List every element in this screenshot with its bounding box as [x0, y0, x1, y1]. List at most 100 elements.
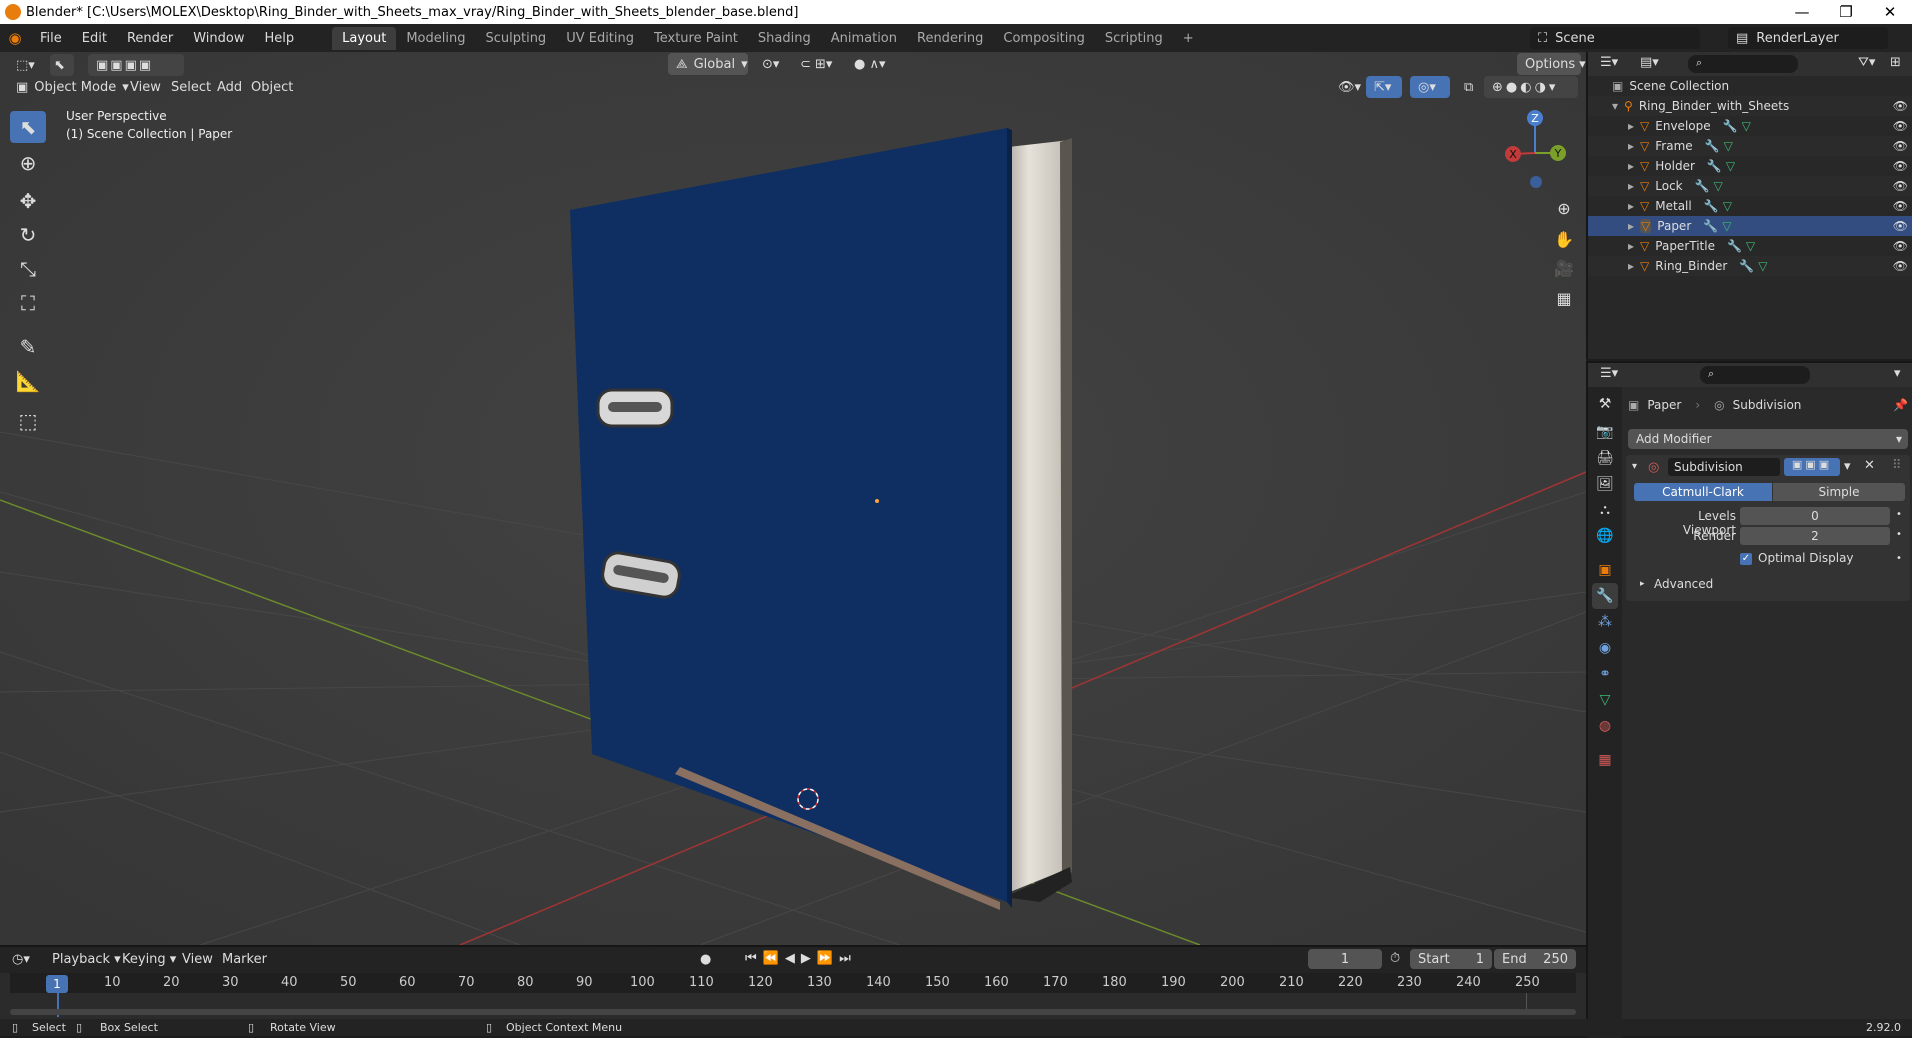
select-mode-buttons[interactable]: ▣▣▣▣ — [88, 54, 184, 76]
current-frame-indicator[interactable]: 1 — [46, 975, 68, 993]
viewport-menu-view[interactable]: View — [130, 80, 161, 95]
cursor-tool-icon[interactable]: ⊕ — [10, 147, 46, 179]
expand-chevron-icon[interactable]: ▸ — [1628, 199, 1634, 213]
scale-tool-icon[interactable]: ⤡ — [10, 253, 46, 285]
tab-scripting[interactable]: Scripting — [1095, 27, 1173, 50]
expand-chevron-icon[interactable]: ▸ — [1628, 159, 1634, 173]
gizmo-toggle-icon[interactable]: ⇱▾ — [1366, 76, 1402, 98]
eye-icon[interactable]: 👁 — [1893, 99, 1908, 113]
menu-window[interactable]: Window — [183, 31, 254, 46]
data-tab-icon[interactable]: ▽ — [1592, 687, 1618, 713]
outliner-item-lock[interactable]: ▸ ▽ Lock 🔧 ▽ 👁 — [1588, 176, 1912, 196]
viewport-scene[interactable]: Z Y X — [0, 52, 1586, 945]
eye-icon[interactable]: 👁 — [1893, 199, 1908, 213]
record-icon[interactable]: ● — [700, 952, 711, 967]
add-workspace-button[interactable]: + — [1173, 27, 1204, 50]
remove-modifier-icon[interactable]: ✕ — [1864, 458, 1875, 473]
tab-rendering[interactable]: Rendering — [907, 27, 993, 50]
outliner-scene-collection[interactable]: ▣ Scene Collection — [1588, 76, 1912, 96]
pivot-point-icon[interactable]: ⊙▾ — [754, 53, 788, 75]
catmull-clark-button[interactable]: Catmull-Clark — [1634, 483, 1772, 501]
tab-sculpting[interactable]: Sculpting — [475, 27, 556, 50]
expand-chevron-icon[interactable]: ▸ — [1628, 139, 1634, 153]
levels-viewport-field[interactable]: 0 — [1740, 507, 1890, 525]
tab-modeling[interactable]: Modeling — [396, 27, 475, 50]
eye-icon[interactable]: 👁 — [1893, 139, 1908, 153]
new-collection-icon[interactable]: ⊞ — [1890, 55, 1901, 70]
transform-orientation-dropdown[interactable]: ⟁ Global ▾ — [668, 53, 748, 75]
eye-icon[interactable]: 👁 — [1893, 159, 1908, 173]
snap-icon[interactable]: ⊂ ⊞▾ — [792, 53, 840, 75]
3d-viewport[interactable]: Z Y X ⬚▾ ⬉ ▣▣▣▣ ⟁ Global ▾ ⊙▾ ⊂ ⊞▾ ● ∧▾ Op… — [0, 52, 1586, 945]
outliner-item-ring-binder[interactable]: ▸ ▽ Ring_Binder 🔧 ▽ 👁 — [1588, 256, 1912, 276]
expand-chevron-icon[interactable]: ▾ — [1612, 99, 1618, 113]
xray-toggle-icon[interactable]: ⧉ — [1456, 76, 1480, 98]
visibility-icon[interactable]: 👁▾ — [1330, 76, 1362, 98]
preview-range-icon[interactable]: ⏱ — [1390, 951, 1400, 966]
select-tool-icon[interactable]: ⬉ — [50, 54, 74, 76]
outliner-item-envelope[interactable]: ▸ ▽ Envelope 🔧 ▽ 👁 — [1588, 116, 1912, 136]
editor-type-button[interactable]: ⬚▾ — [8, 54, 44, 76]
modifier-visibility-toggles[interactable]: ▣▣▣ — [1784, 458, 1840, 476]
outliner-collection[interactable]: ▾ ⚲ Ring_Binder_with_Sheets 👁 — [1588, 96, 1912, 116]
keyframe-dot-icon[interactable]: • — [1896, 529, 1902, 540]
render-levels-field[interactable]: 2 — [1740, 527, 1890, 545]
view-layer-tab-icon[interactable]: 🖼 — [1592, 471, 1618, 497]
output-tab-icon[interactable]: 🖨 — [1592, 445, 1618, 471]
options-button[interactable]: Options ▾ — [1517, 53, 1586, 75]
scene-selector[interactable]: ⛶ Scene — [1530, 27, 1700, 49]
tab-animation[interactable]: Animation — [821, 27, 907, 50]
keyframe-dot-icon[interactable]: • — [1896, 553, 1902, 564]
expand-chevron-icon[interactable]: ▸ — [1628, 239, 1634, 253]
menu-file[interactable]: File — [30, 31, 72, 46]
timeline-menu-playback[interactable]: Playback ▾ — [52, 952, 121, 967]
particles-tab-icon[interactable]: ⁂ — [1592, 609, 1618, 635]
properties-search-input[interactable]: ⌕ — [1700, 366, 1810, 384]
current-frame-field[interactable]: 1 — [1308, 949, 1382, 969]
properties-editor-icon[interactable]: ☰▾ — [1600, 366, 1618, 381]
overlays-toggle-icon[interactable]: ◎▾ — [1410, 76, 1450, 98]
add-cube-tool-icon[interactable]: ⬚ — [10, 405, 46, 437]
measure-tool-icon[interactable]: 📐 — [10, 365, 46, 397]
tab-texture-paint[interactable]: Texture Paint — [644, 27, 748, 50]
display-mode-icon[interactable]: ▤▾ — [1640, 55, 1659, 70]
constraints-tab-icon[interactable]: ⚭ — [1592, 661, 1618, 687]
expand-chevron-icon[interactable]: ▸ — [1628, 259, 1634, 273]
object-mode-dropdown[interactable]: ▣ Object Mode ▾ — [8, 76, 129, 98]
shading-mode-buttons[interactable]: ⊕●◐◑▾ — [1484, 76, 1578, 98]
render-layer-selector[interactable]: ▤ RenderLayer — [1728, 27, 1888, 49]
material-tab-icon[interactable]: ◍ — [1592, 713, 1618, 739]
menu-help[interactable]: Help — [255, 31, 305, 46]
viewport-menu-select[interactable]: Select — [171, 80, 211, 95]
tab-compositing[interactable]: Compositing — [993, 27, 1095, 50]
menu-render[interactable]: Render — [117, 31, 183, 46]
timeline-scrollbar[interactable] — [10, 1009, 1576, 1015]
outliner-item-frame[interactable]: ▸ ▽ Frame 🔧 ▽ 👁 — [1588, 136, 1912, 156]
outliner-search-input[interactable]: ⌕ — [1688, 55, 1798, 73]
eye-icon[interactable]: 👁 — [1893, 219, 1908, 233]
modifier-name-input[interactable]: Subdivision — [1668, 458, 1780, 476]
select-box-tool-icon[interactable]: ⬉ — [10, 111, 46, 143]
outliner-item-papertitle[interactable]: ▸ ▽ PaperTitle 🔧 ▽ 👁 — [1588, 236, 1912, 256]
zoom-icon[interactable]: ⊕ — [1546, 192, 1582, 224]
chevron-down-icon[interactable]: ▾ — [1844, 459, 1851, 474]
keyframe-dot-icon[interactable]: • — [1896, 509, 1902, 520]
expand-chevron-icon[interactable]: ▸ — [1640, 579, 1645, 589]
texture-tab-icon[interactable]: ▦ — [1592, 747, 1618, 773]
viewport-menu-add[interactable]: Add — [217, 80, 242, 95]
modifiers-tab-icon[interactable]: 🔧 — [1592, 583, 1618, 609]
annotate-tool-icon[interactable]: ✎ — [10, 331, 46, 363]
restore-button[interactable]: ❐ — [1824, 0, 1868, 24]
timeline-editor-icon[interactable]: ◷▾ — [12, 952, 30, 967]
chevron-down-icon[interactable]: ▾ — [1894, 366, 1901, 381]
timeline-menu-marker[interactable]: Marker — [222, 952, 267, 967]
simple-button[interactable]: Simple — [1773, 483, 1905, 501]
tab-layout[interactable]: Layout — [332, 26, 397, 50]
rotate-tool-icon[interactable]: ↻ — [10, 219, 46, 251]
timeline-track[interactable]: 1 10 20 30 40 50 60 70 80 90 100 110 120… — [0, 973, 1586, 1019]
outliner-item-holder[interactable]: ▸ ▽ Holder 🔧 ▽ 👁 — [1588, 156, 1912, 176]
filter-icon[interactable]: ⛛▾ — [1858, 55, 1875, 70]
physics-tab-icon[interactable]: ◉ — [1592, 635, 1618, 661]
eye-icon[interactable]: 👁 — [1893, 259, 1908, 273]
ortho-grid-icon[interactable]: ▦ — [1546, 282, 1582, 314]
